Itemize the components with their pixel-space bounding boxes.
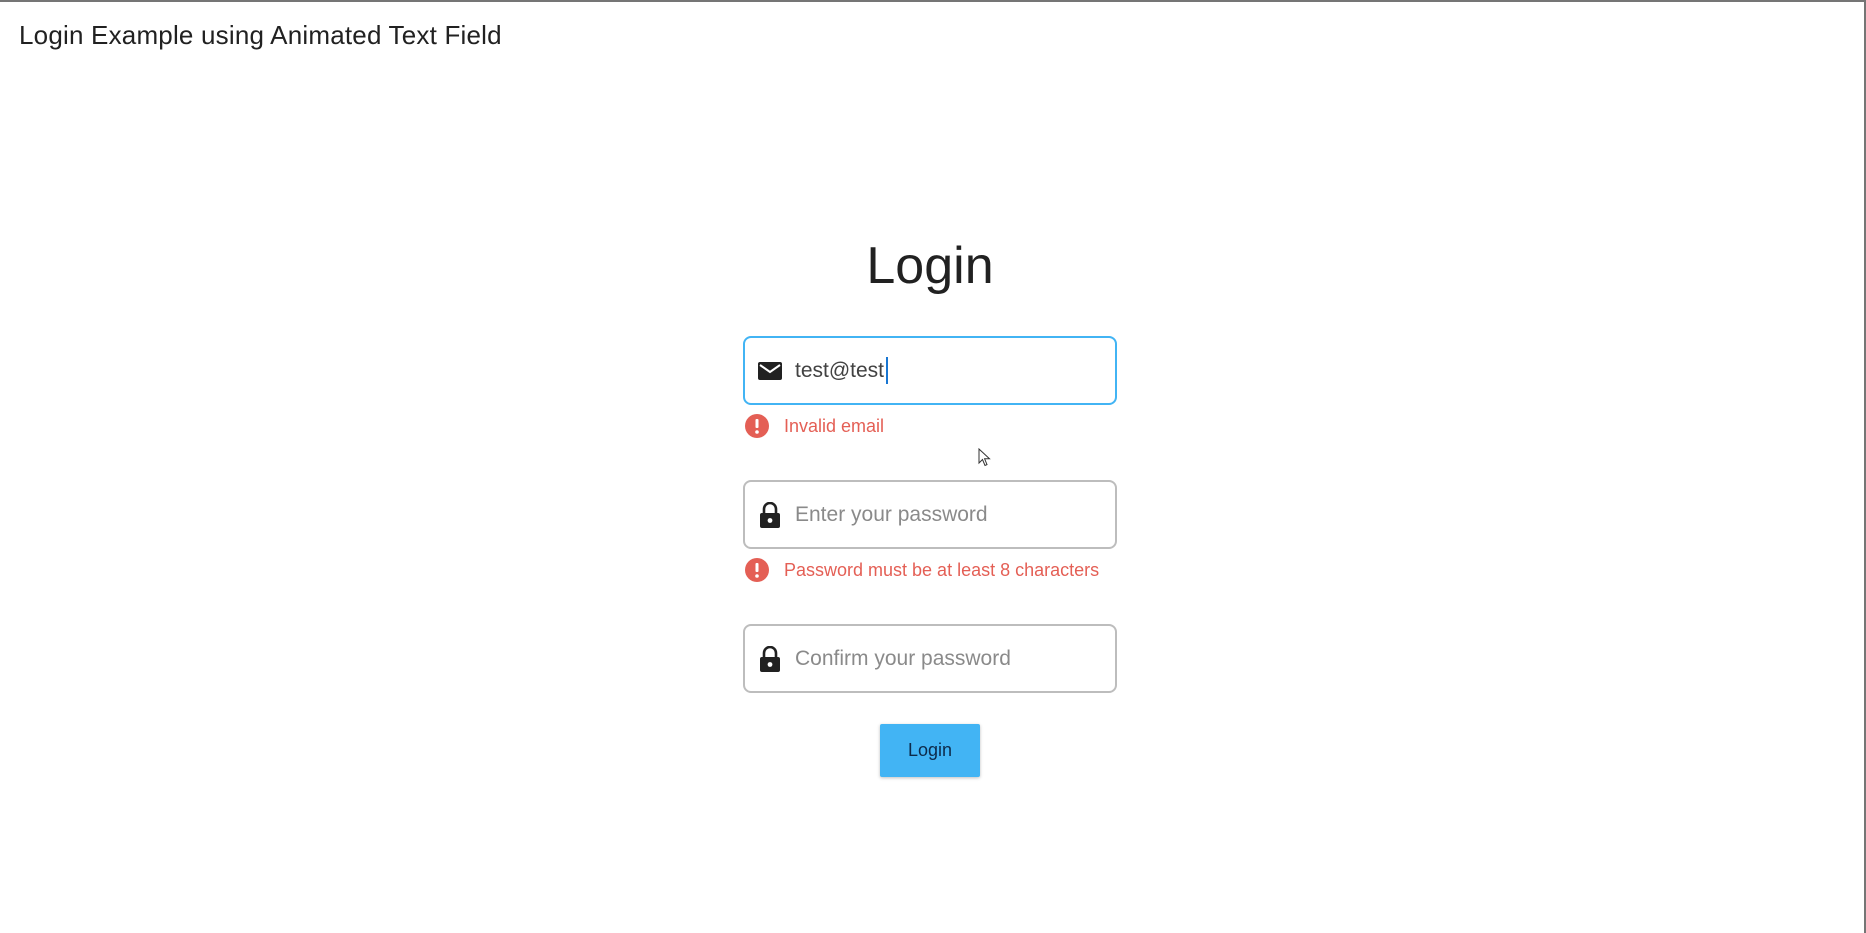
password-field[interactable]	[743, 480, 1117, 549]
password-error-text: Password must be at least 8 characters	[784, 559, 1100, 580]
login-page: Login Example using Animated Text Field …	[0, 0, 1866, 933]
confirm-password-input[interactable]	[795, 646, 1095, 671]
email-error: Invalid email	[744, 413, 884, 439]
email-value[interactable]: test@test	[795, 357, 889, 384]
confirm-password-field[interactable]	[743, 624, 1117, 693]
lock-icon	[757, 645, 783, 672]
text-caret	[886, 357, 889, 384]
email-field[interactable]: test@test	[743, 336, 1117, 405]
login-button[interactable]: Login	[880, 724, 980, 777]
error-icon	[745, 558, 769, 582]
password-input[interactable]	[795, 502, 1095, 527]
email-error-text: Invalid email	[784, 415, 885, 436]
app-title: Login Example using Animated Text Field	[19, 20, 502, 50]
mouse-pointer-icon	[978, 448, 991, 467]
password-error: Password must be at least 8 characters	[744, 557, 1099, 583]
lock-icon	[757, 501, 783, 528]
error-icon	[745, 414, 769, 438]
mail-icon	[757, 358, 783, 384]
login-heading: Login	[866, 237, 994, 295]
